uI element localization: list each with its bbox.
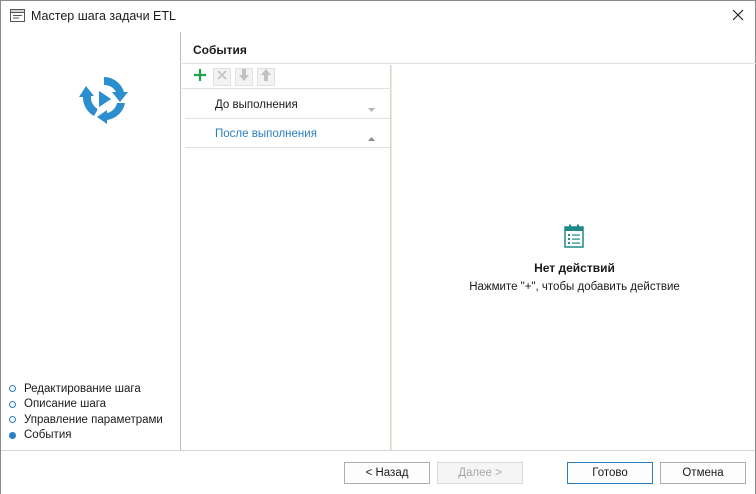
- close-button[interactable]: [721, 1, 755, 32]
- window-title: Мастер шага задачи ETL: [31, 9, 176, 23]
- wizard-footer: < Назад Далее > Готово Отмена: [1, 450, 755, 494]
- step-label: Редактирование шага: [24, 382, 141, 395]
- empty-state-hint: Нажмите "+", чтобы добавить действие: [469, 281, 680, 293]
- cancel-button[interactable]: Отмена: [660, 462, 746, 484]
- arrow-up-icon: [260, 68, 272, 85]
- step-dot: [9, 400, 16, 408]
- events-list-pane: До выполнения После выполнения: [182, 65, 391, 450]
- delete-icon: [216, 69, 228, 84]
- chevron-up-icon[interactable]: [368, 132, 375, 141]
- title-bar: Мастер шага задачи ETL: [1, 1, 755, 32]
- window-icon: [10, 9, 25, 22]
- move-up-button[interactable]: [257, 67, 275, 86]
- step-label: События: [24, 429, 72, 442]
- event-label: После выполнения: [215, 127, 317, 140]
- back-button[interactable]: < Назад: [344, 462, 430, 484]
- move-down-button[interactable]: [235, 67, 253, 86]
- plus-icon: [193, 68, 207, 85]
- event-before-execution[interactable]: До выполнения: [185, 91, 390, 119]
- finish-button[interactable]: Готово: [567, 462, 653, 484]
- close-icon: [732, 9, 744, 24]
- step-dot: [9, 385, 16, 393]
- add-action-button[interactable]: [191, 68, 209, 86]
- step-label: Описание шага: [24, 398, 107, 411]
- wizard-step-description[interactable]: Описание шага: [9, 397, 163, 413]
- chevron-down-icon[interactable]: [368, 103, 375, 112]
- page-title: События: [193, 43, 247, 57]
- wizard-sidebar: Редактирование шага Описание шага Управл…: [1, 32, 181, 450]
- events-toolbar: [182, 65, 391, 89]
- wizard-steps: Редактирование шага Описание шага Управл…: [9, 381, 163, 443]
- empty-state-title: Нет действий: [534, 261, 615, 275]
- step-label: Управление параметрами: [24, 413, 163, 426]
- calendar-list-icon: [564, 224, 584, 248]
- wizard-window: Мастер шага задачи ETL Редактирование ша…: [0, 0, 756, 494]
- content-header: События: [182, 32, 756, 64]
- event-label: До выполнения: [215, 98, 298, 111]
- step-dot: [9, 416, 16, 424]
- event-after-execution[interactable]: После выполнения: [185, 120, 390, 148]
- delete-action-button[interactable]: [213, 67, 231, 86]
- etl-cycle-icon: [79, 73, 129, 125]
- wizard-step-events[interactable]: События: [9, 428, 163, 444]
- arrow-down-icon: [238, 68, 250, 85]
- wizard-step-parameters[interactable]: Управление параметрами: [9, 412, 163, 428]
- step-dot-active: [9, 431, 16, 439]
- next-button[interactable]: Далее >: [437, 462, 523, 484]
- wizard-step-edit[interactable]: Редактирование шага: [9, 381, 163, 397]
- actions-detail-pane: Нет действий Нажмите "+", чтобы добавить…: [391, 65, 756, 450]
